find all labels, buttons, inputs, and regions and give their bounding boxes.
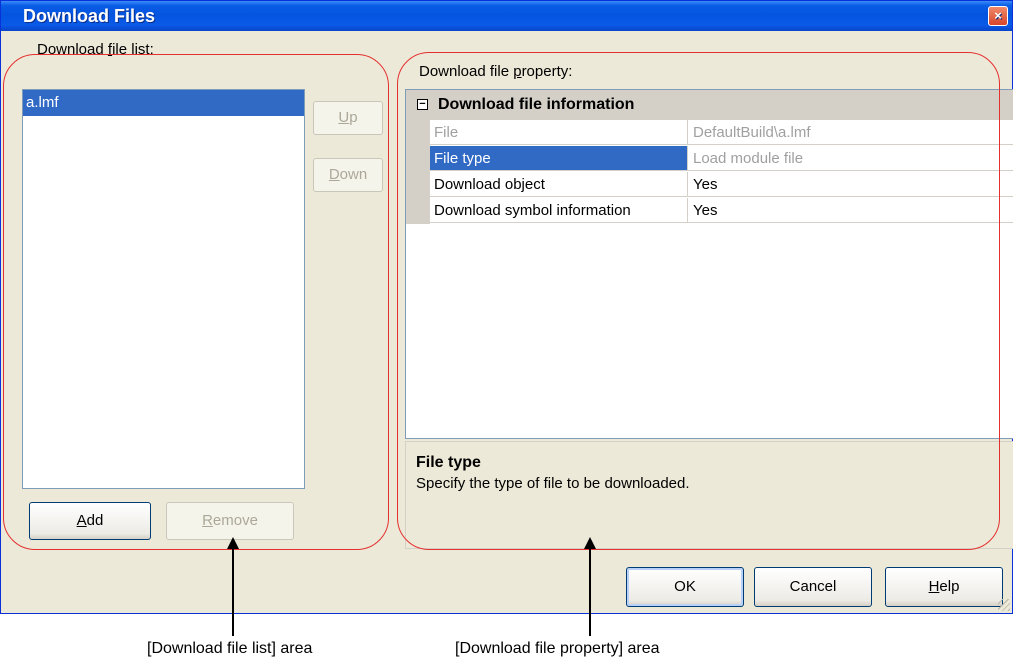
- window-title: Download Files: [23, 6, 156, 26]
- file-property-area-highlight: [397, 52, 1000, 550]
- file-list-area-caption: [Download file list] area: [147, 640, 313, 657]
- resize-grip-icon[interactable]: [998, 599, 1010, 611]
- file-property-area-caption: [Download file property] area: [455, 640, 660, 657]
- close-icon[interactable]: ×: [988, 6, 1008, 26]
- title-bar: Download Files ×: [1, 1, 1012, 31]
- arrow-line: [589, 548, 591, 636]
- cancel-button[interactable]: Cancel: [754, 567, 872, 607]
- help-button[interactable]: Help: [885, 567, 1003, 607]
- ok-button[interactable]: OK: [626, 567, 744, 607]
- file-list-area-highlight: [3, 54, 389, 550]
- arrow-line: [232, 548, 234, 636]
